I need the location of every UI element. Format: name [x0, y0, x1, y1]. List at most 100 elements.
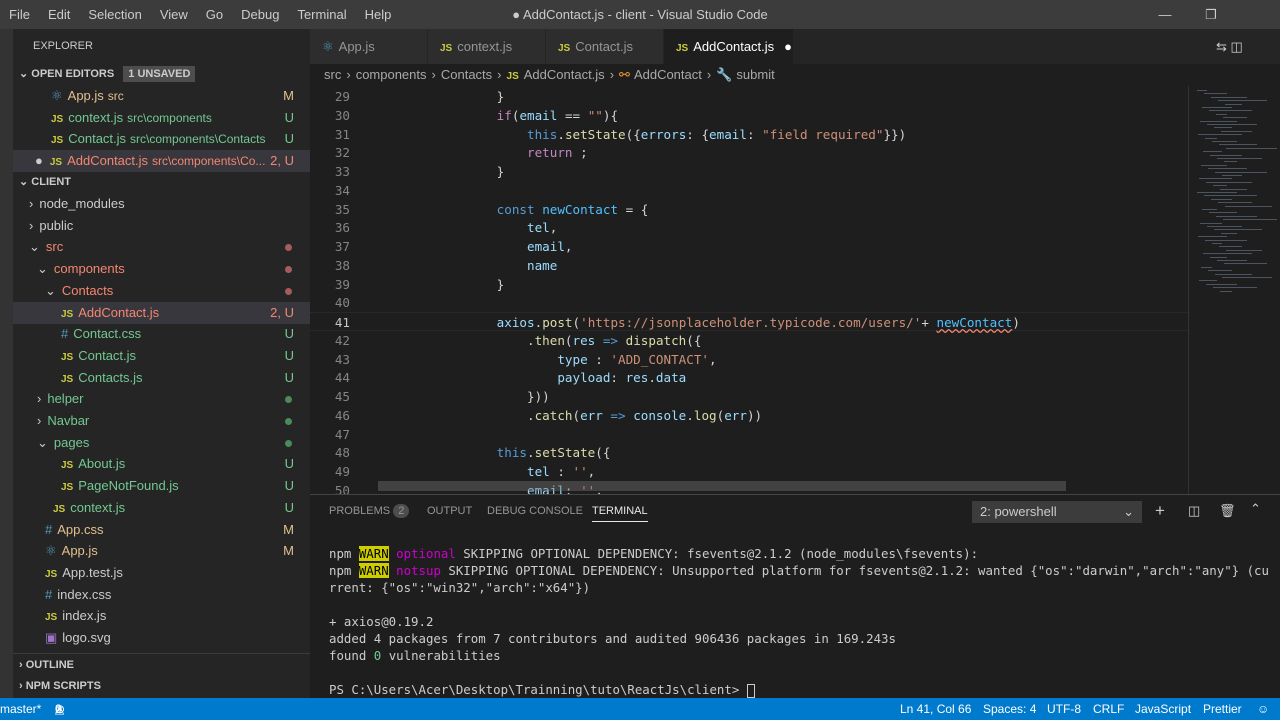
- outline-header[interactable]: › OUTLINE: [13, 653, 310, 675]
- file-item[interactable]: # index.css: [13, 584, 310, 606]
- code-line[interactable]: 29 }: [310, 87, 1190, 106]
- tab-problems[interactable]: PROBLEMS 2: [329, 504, 410, 518]
- folder-item[interactable]: ⌄ Contacts: [13, 280, 310, 302]
- breadcrumb-item[interactable]: src: [324, 67, 341, 82]
- new-terminal-icon[interactable]: +: [1155, 501, 1165, 521]
- unsaved-dot-icon[interactable]: ●: [784, 39, 792, 54]
- split-terminal-icon[interactable]: ◫: [1188, 503, 1200, 519]
- code-line[interactable]: 42 .then(res => dispatch({: [310, 331, 1190, 350]
- formatter[interactable]: Prettier: [1203, 698, 1242, 720]
- file-item[interactable]: JS App.test.js: [13, 562, 310, 584]
- file-item[interactable]: JS Contact.js U: [13, 345, 310, 367]
- code-token: ,: [709, 351, 717, 367]
- language-mode[interactable]: JavaScript: [1135, 698, 1191, 720]
- menu-selection[interactable]: Selection: [79, 7, 150, 22]
- maximize-panel-icon[interactable]: ⌃: [1250, 501, 1261, 517]
- code-line[interactable]: 33 }: [310, 162, 1190, 181]
- code-line[interactable]: 40: [310, 293, 1190, 312]
- menu-file[interactable]: File: [0, 7, 39, 22]
- code-line[interactable]: 45 })): [310, 387, 1190, 406]
- file-item[interactable]: JS PageNotFound.js U: [13, 475, 310, 497]
- folder-item[interactable]: › helper: [13, 388, 310, 410]
- code-line[interactable]: 35 const newContact = {: [310, 200, 1190, 219]
- file-item[interactable]: ▣ logo.svg: [13, 627, 310, 649]
- breadcrumb-item[interactable]: submit: [736, 67, 774, 82]
- menu-go[interactable]: Go: [197, 7, 232, 22]
- tab-app-js[interactable]: ⚛ App.js: [310, 29, 428, 64]
- code-editor[interactable]: 29 } 30 if(email == ""){31 this.setState(…: [310, 86, 1280, 494]
- code-line[interactable]: 36 tel,: [310, 218, 1190, 237]
- tab-terminal[interactable]: TERMINAL: [592, 505, 648, 522]
- code-line[interactable]: 34: [310, 181, 1190, 200]
- open-editors-header[interactable]: ⌄ OPEN EDITORS 1 UNSAVED: [13, 63, 310, 85]
- open-editor-item[interactable]: JS Contact.js src\components\Contacts U: [13, 128, 310, 150]
- code-token: ){: [602, 107, 619, 123]
- code-line[interactable]: 47: [310, 425, 1190, 444]
- tab-debug-console[interactable]: DEBUG CONSOLE: [487, 505, 583, 517]
- folder-item[interactable]: ⌄ components: [13, 258, 310, 280]
- file-item[interactable]: ⚛ App.js M: [13, 540, 310, 562]
- code-line[interactable]: 49 tel : '',: [310, 462, 1190, 481]
- menu-help[interactable]: Help: [356, 7, 401, 22]
- line-number: 42: [334, 332, 350, 348]
- tab-context-js[interactable]: JS context.js: [428, 29, 546, 64]
- folder-item[interactable]: ⌄ src: [13, 236, 310, 258]
- menu-edit[interactable]: Edit: [39, 7, 79, 22]
- tab-contact-js[interactable]: JS Contact.js: [546, 29, 664, 64]
- code-line[interactable]: 32 return ;: [310, 143, 1190, 162]
- horizontal-scrollbar[interactable]: [378, 481, 1066, 491]
- terminal-output[interactable]: npm WARN optional SKIPPING OPTIONAL DEPE…: [329, 545, 1269, 698]
- code-line[interactable]: 38 name: [310, 256, 1190, 275]
- minimap-line: [1210, 256, 1227, 258]
- file-item[interactable]: JS context.js U: [13, 497, 310, 519]
- minimap-line: [1217, 158, 1262, 159]
- file-item[interactable]: JS About.js U: [13, 453, 310, 475]
- maximize-button[interactable]: ❐: [1188, 0, 1234, 29]
- folder-item[interactable]: › Navbar: [13, 410, 310, 432]
- file-item[interactable]: JS AddContact.js 2, U: [13, 301, 310, 324]
- menu-view[interactable]: View: [151, 7, 197, 22]
- code-line[interactable]: 43 type : 'ADD_CONTACT',: [310, 350, 1190, 369]
- breadcrumb-item[interactable]: components: [356, 67, 427, 82]
- file-item[interactable]: # App.css M: [13, 519, 310, 541]
- menu-debug[interactable]: Debug: [232, 7, 288, 22]
- breadcrumb-item[interactable]: Contacts: [441, 67, 492, 82]
- open-editor-item[interactable]: JS context.js src\components U: [13, 107, 310, 129]
- code-line[interactable]: 37 email,: [310, 237, 1190, 256]
- branch-status[interactable]: master*: [0, 698, 41, 720]
- breadcrumb-item[interactable]: AddContact.js: [524, 67, 605, 82]
- code-token: 'ADD_CONTACT': [610, 351, 709, 367]
- folder-item[interactable]: ⌄ pages: [13, 432, 310, 454]
- minimize-button[interactable]: —: [1142, 0, 1188, 29]
- breadcrumb-item[interactable]: AddContact: [634, 67, 702, 82]
- code-line[interactable]: 48 this.setState({: [310, 443, 1190, 462]
- npm-scripts-header[interactable]: › NPM SCRIPTS: [13, 675, 310, 697]
- folder-item[interactable]: › node_modules: [13, 193, 310, 215]
- file-item[interactable]: JS Contacts.js U: [13, 367, 310, 389]
- folder-item[interactable]: › public: [13, 215, 310, 237]
- line-ending[interactable]: CRLF: [1093, 698, 1124, 720]
- open-editor-item[interactable]: ● JS AddContact.js src\components\Co... 2, U: [13, 150, 310, 173]
- code-line[interactable]: 39 }: [310, 275, 1190, 294]
- menu-terminal[interactable]: Terminal: [288, 7, 355, 22]
- cursor-position[interactable]: Ln 41, Col 66: [900, 698, 971, 720]
- open-editor-item[interactable]: ⚛ App.js src M: [13, 85, 310, 107]
- tab-addcontact-js[interactable]: JS AddContact.js ●: [664, 29, 794, 64]
- client-folder-header[interactable]: ⌄ CLIENT: [13, 171, 310, 193]
- terminal-select[interactable]: 2: powershell ⌄: [972, 501, 1142, 523]
- feedback-smiley-icon[interactable]: ☺: [1257, 698, 1269, 720]
- code-line[interactable]: 30 if(email == ""){: [310, 106, 1190, 125]
- js-file-icon: JS: [61, 373, 74, 385]
- minimap[interactable]: [1188, 86, 1280, 494]
- code-line[interactable]: 41 axios.post('https://jsonplaceholder.t…: [310, 312, 1190, 332]
- code-line[interactable]: 31 this.setState({errors: {email: "field…: [310, 125, 1190, 144]
- trash-icon[interactable]: 🗑: [1219, 503, 1236, 519]
- file-item[interactable]: JS index.js: [13, 605, 310, 627]
- tab-output[interactable]: OUTPUT: [427, 505, 472, 517]
- indentation[interactable]: Spaces: 4: [983, 698, 1036, 720]
- file-item[interactable]: # Contact.css U: [13, 323, 310, 345]
- encoding[interactable]: UTF-8: [1047, 698, 1081, 720]
- editor-actions[interactable]: ⇆ ◫: [1216, 29, 1280, 64]
- code-line[interactable]: 44 payload: res.data: [310, 368, 1190, 387]
- code-line[interactable]: 46 .catch(err => console.log(err)): [310, 406, 1190, 425]
